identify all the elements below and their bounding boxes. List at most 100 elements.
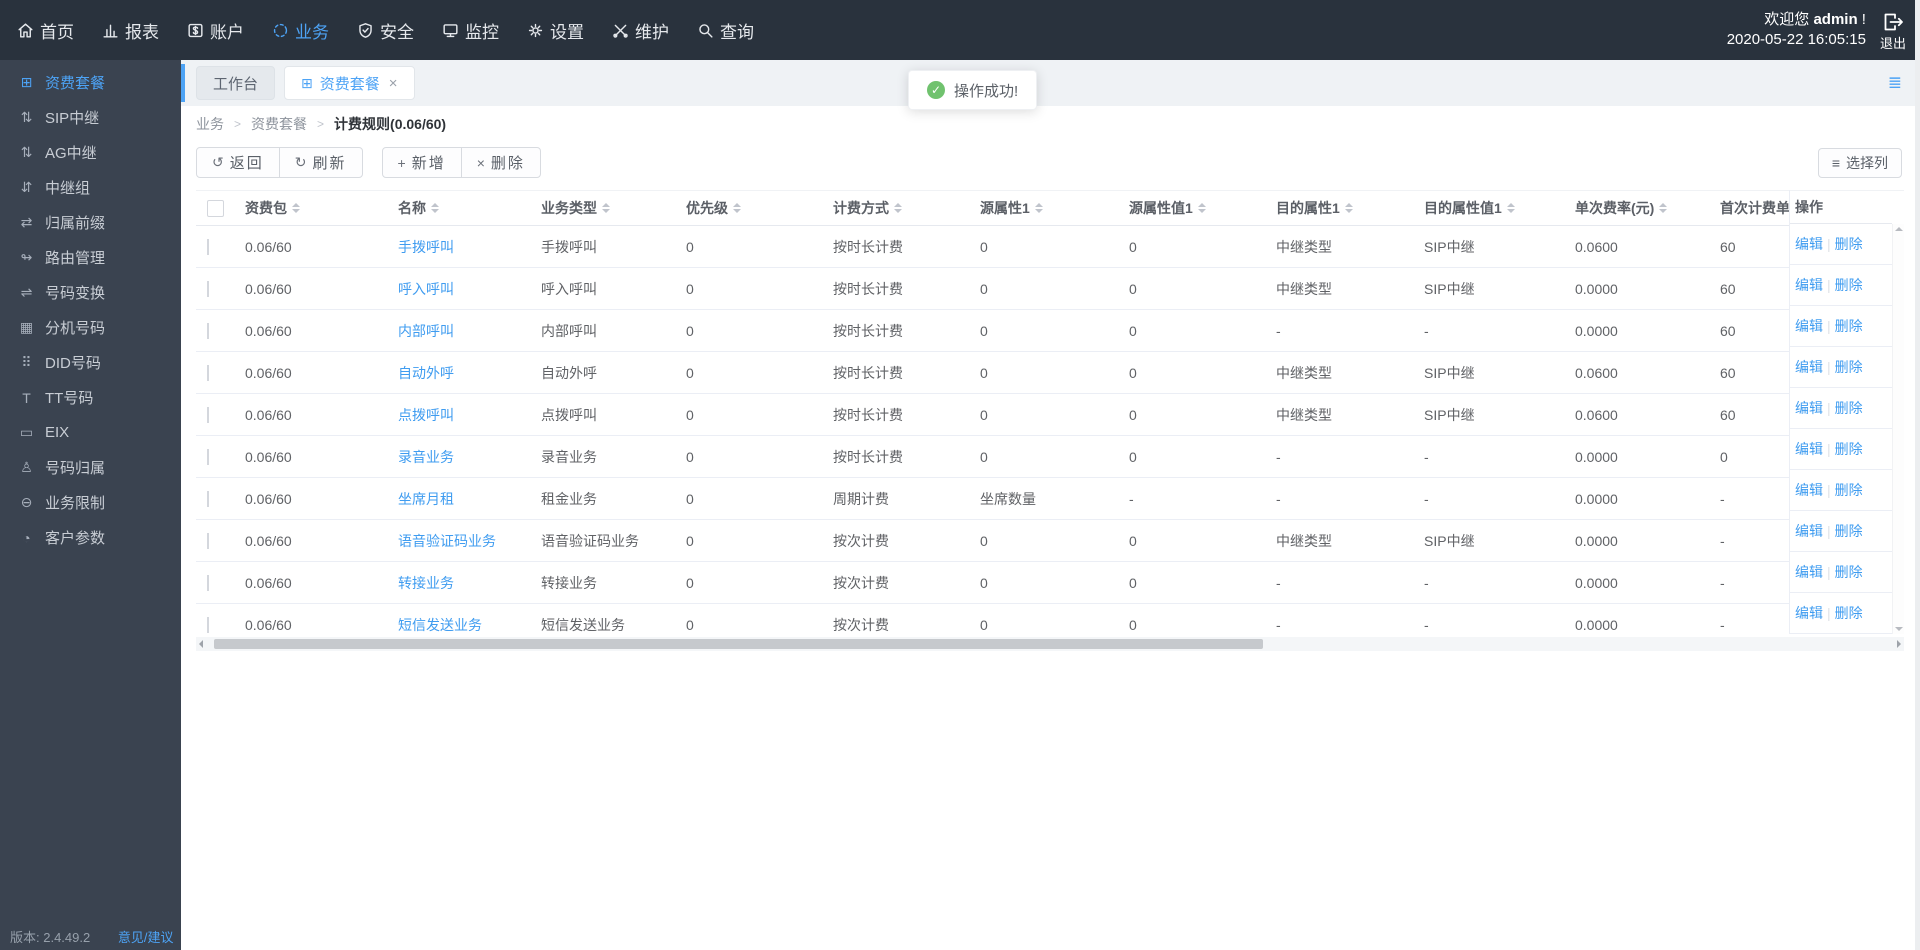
scroll-left-icon[interactable] bbox=[199, 640, 203, 648]
row-checkbox[interactable] bbox=[207, 532, 209, 549]
column-header[interactable]: 目的属性值1 bbox=[1424, 198, 1575, 218]
row-checkbox[interactable] bbox=[207, 406, 209, 423]
tab-close-icon[interactable]: × bbox=[389, 75, 398, 92]
edit-link[interactable]: 编辑 bbox=[1795, 234, 1823, 254]
nav-item-maintenance[interactable]: 维护 bbox=[611, 18, 669, 43]
edit-link[interactable]: 编辑 bbox=[1795, 398, 1823, 418]
edit-link[interactable]: 编辑 bbox=[1795, 275, 1823, 295]
edit-link[interactable]: 编辑 bbox=[1795, 357, 1823, 377]
cell-name-link[interactable]: 点拨呼叫 bbox=[398, 405, 541, 425]
sidebar-item[interactable]: ◔ 客户参数 bbox=[0, 520, 181, 555]
nav-item-query[interactable]: 查询 bbox=[696, 18, 754, 43]
sort-caret-icon[interactable] bbox=[1197, 203, 1206, 213]
delete-link[interactable]: 删除 bbox=[1835, 562, 1863, 582]
sidebar-item[interactable]: T TT号码 bbox=[0, 380, 181, 415]
row-checkbox[interactable] bbox=[207, 280, 209, 297]
edit-link[interactable]: 编辑 bbox=[1795, 603, 1823, 623]
edit-link[interactable]: 编辑 bbox=[1795, 316, 1823, 336]
delete-link[interactable]: 删除 bbox=[1835, 398, 1863, 418]
cell-name-link[interactable]: 呼入呼叫 bbox=[398, 279, 541, 299]
sort-caret-icon[interactable] bbox=[292, 203, 300, 213]
add-button[interactable]: + 新增 bbox=[381, 147, 462, 178]
delete-link[interactable]: 删除 bbox=[1835, 316, 1863, 336]
sidebar-item[interactable]: ⇅ SIP中继 bbox=[0, 100, 181, 135]
sort-caret-icon[interactable] bbox=[431, 203, 439, 213]
sidebar-item[interactable]: ⇵ 中继组 bbox=[0, 170, 181, 205]
horizontal-scroll-thumb[interactable] bbox=[214, 639, 1263, 649]
column-header[interactable]: 优先级 bbox=[686, 198, 833, 218]
sidebar-item[interactable]: ♙ 号码归属 bbox=[0, 450, 181, 485]
delete-link[interactable]: 删除 bbox=[1835, 275, 1863, 295]
delete-link[interactable]: 删除 bbox=[1835, 234, 1863, 254]
row-checkbox[interactable] bbox=[207, 574, 209, 591]
column-header[interactable]: 名称 bbox=[398, 198, 541, 218]
select-all-checkbox[interactable] bbox=[207, 199, 224, 217]
column-select-button[interactable]: ≡ 选择列 bbox=[1817, 148, 1902, 178]
column-header[interactable]: 资费包 bbox=[245, 198, 398, 218]
tab-tariff-package[interactable]: ⊞ 资费套餐 × bbox=[284, 66, 415, 100]
sidebar-item[interactable]: ⊞ 资费套餐 bbox=[0, 65, 181, 100]
sidebar-item[interactable]: ⇌ 号码变换 bbox=[0, 275, 181, 310]
delete-link[interactable]: 删除 bbox=[1835, 521, 1863, 541]
column-header[interactable]: 单次费率(元) bbox=[1575, 198, 1720, 218]
nav-item-security[interactable]: 安全 bbox=[356, 18, 414, 43]
cell-name-link[interactable]: 自动外呼 bbox=[398, 363, 541, 383]
sort-caret-icon[interactable] bbox=[1034, 203, 1043, 213]
sort-caret-icon[interactable] bbox=[894, 203, 902, 213]
cell-name-link[interactable]: 手拨呼叫 bbox=[398, 237, 541, 257]
sort-caret-icon[interactable] bbox=[1659, 203, 1668, 213]
row-checkbox[interactable] bbox=[207, 616, 209, 633]
edit-link[interactable]: 编辑 bbox=[1795, 562, 1823, 582]
column-header-truncated[interactable]: 首次计费单 bbox=[1720, 198, 1790, 218]
nav-item-accounts[interactable]: 账户 bbox=[186, 18, 244, 43]
cell-name-link[interactable]: 坐席月租 bbox=[398, 489, 541, 509]
delete-link[interactable]: 删除 bbox=[1835, 480, 1863, 500]
sort-caret-icon[interactable] bbox=[1506, 203, 1515, 213]
delete-link[interactable]: 删除 bbox=[1835, 439, 1863, 459]
column-header[interactable]: 计费方式 bbox=[833, 198, 980, 218]
sidebar-item[interactable]: ▭ EIX bbox=[0, 415, 181, 450]
row-checkbox[interactable] bbox=[207, 364, 209, 381]
edit-link[interactable]: 编辑 bbox=[1795, 521, 1823, 541]
scroll-right-icon[interactable] bbox=[1897, 640, 1901, 648]
sidebar-item[interactable]: ⇅ AG中继 bbox=[0, 135, 181, 170]
vertical-scrollbar[interactable] bbox=[1892, 224, 1904, 634]
sort-caret-icon[interactable] bbox=[733, 203, 741, 213]
tab-list-icon[interactable]: ≣ bbox=[1888, 73, 1902, 93]
delete-link[interactable]: 删除 bbox=[1835, 603, 1863, 623]
delete-button[interactable]: × 删除 bbox=[460, 147, 541, 178]
delete-link[interactable]: 删除 bbox=[1835, 357, 1863, 377]
cell-name-link[interactable]: 录音业务 bbox=[398, 447, 541, 467]
scroll-up-icon[interactable] bbox=[1894, 227, 1903, 231]
nav-item-business[interactable]: 业务 bbox=[271, 18, 329, 43]
nav-item-monitor[interactable]: 监控 bbox=[441, 18, 499, 43]
feedback-link[interactable]: 意见/建议 bbox=[118, 930, 174, 945]
nav-item-settings[interactable]: 设置 bbox=[526, 18, 584, 43]
row-checkbox[interactable] bbox=[207, 322, 209, 339]
row-checkbox[interactable] bbox=[207, 490, 209, 507]
scroll-down-icon[interactable] bbox=[1894, 627, 1903, 631]
tab-workbench[interactable]: 工作台 bbox=[196, 66, 276, 100]
column-header[interactable]: 源属性值1 bbox=[1129, 198, 1276, 218]
cell-name-link[interactable]: 语音验证码业务 bbox=[398, 531, 541, 551]
breadcrumb-item[interactable]: 业务 bbox=[196, 114, 224, 134]
cell-name-link[interactable]: 短信发送业务 bbox=[398, 615, 541, 635]
row-checkbox[interactable] bbox=[207, 238, 209, 255]
sort-caret-icon[interactable] bbox=[602, 203, 610, 213]
horizontal-scrollbar[interactable] bbox=[196, 637, 1904, 651]
sidebar-item[interactable]: ⊖ 业务限制 bbox=[0, 485, 181, 520]
sidebar-item[interactable]: ▦ 分机号码 bbox=[0, 310, 181, 345]
cell-name-link[interactable]: 转接业务 bbox=[398, 573, 541, 593]
breadcrumb-item[interactable]: 资费套餐 bbox=[251, 114, 307, 134]
sidebar-item[interactable]: ↬ 路由管理 bbox=[0, 240, 181, 275]
cell-name-link[interactable]: 内部呼叫 bbox=[398, 321, 541, 341]
refresh-button[interactable]: ↻ 刷新 bbox=[278, 147, 363, 178]
sidebar-item[interactable]: ⠿ DID号码 bbox=[0, 345, 181, 380]
page-scrollbar[interactable] bbox=[1915, 0, 1920, 950]
row-checkbox[interactable] bbox=[207, 448, 209, 465]
column-header[interactable]: 业务类型 bbox=[541, 198, 686, 218]
nav-item-reports[interactable]: 报表 bbox=[101, 18, 159, 43]
column-header[interactable]: 源属性1 bbox=[980, 198, 1129, 218]
edit-link[interactable]: 编辑 bbox=[1795, 480, 1823, 500]
column-header[interactable]: 目的属性1 bbox=[1276, 198, 1424, 218]
